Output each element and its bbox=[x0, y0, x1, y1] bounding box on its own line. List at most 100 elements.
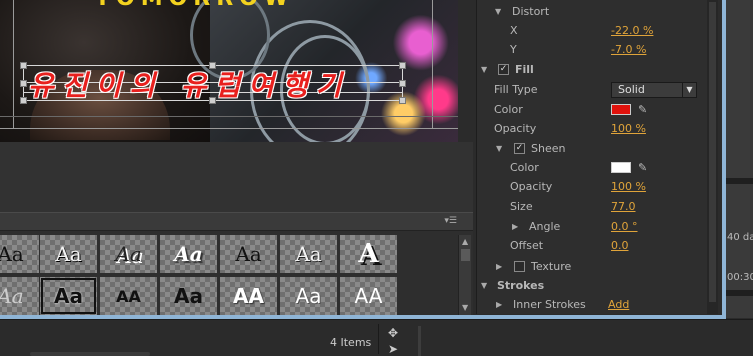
horizontal-scrollbar[interactable] bbox=[30, 352, 150, 356]
preview-area-background bbox=[0, 142, 473, 212]
fill-type-label: Fill Type bbox=[494, 83, 538, 96]
status-bar: 4 Items ✥ ➤ bbox=[0, 319, 753, 356]
style-swatch[interactable]: Aa bbox=[160, 277, 217, 315]
fill-color-label: Color bbox=[494, 103, 523, 116]
sheen-checkbox[interactable]: ✓ bbox=[514, 143, 525, 154]
divider bbox=[418, 326, 421, 356]
scroll-thumb[interactable] bbox=[709, 2, 716, 302]
sheen-size-label: Size bbox=[510, 200, 533, 213]
text-bounding-box[interactable] bbox=[23, 65, 403, 101]
title-styles-panel: ▾☰ Aa Aa Aa Aa Aa Aa A Aa Aa AA Aa AA Aa… bbox=[0, 212, 473, 315]
background-text: 00:30 bbox=[727, 272, 753, 283]
safe-margin-line bbox=[0, 116, 458, 117]
style-swatch[interactable]: Aa bbox=[40, 235, 97, 273]
style-swatch[interactable]: Aa bbox=[160, 235, 217, 273]
sheen-opacity-value[interactable]: 100 % bbox=[611, 180, 646, 193]
expand-down-icon[interactable]: ▼ bbox=[481, 281, 487, 290]
eyedropper-icon[interactable]: ✎ bbox=[638, 103, 647, 116]
style-swatch[interactable]: Aa bbox=[0, 277, 39, 315]
inner-strokes-row: ▶ Inner Strokes Add bbox=[477, 295, 717, 314]
resize-handle[interactable] bbox=[20, 97, 27, 104]
scroll-up-icon[interactable]: ▲ bbox=[462, 237, 468, 246]
expand-right-icon[interactable]: ▶ bbox=[496, 300, 502, 309]
scroll-down-icon[interactable]: ▼ bbox=[462, 303, 468, 312]
expand-down-icon[interactable]: ▼ bbox=[481, 65, 487, 74]
style-swatch[interactable]: Aa bbox=[220, 235, 277, 273]
sheen-offset-label: Offset bbox=[510, 239, 544, 252]
resize-handle[interactable] bbox=[20, 80, 27, 87]
distort-label: Distort bbox=[512, 5, 550, 18]
distort-x-row: X -22.0 % bbox=[477, 21, 717, 40]
selection-tool-icon[interactable]: ➤ bbox=[388, 342, 398, 356]
fill-color-row: Color ✎ bbox=[477, 100, 717, 119]
fill-label: Fill bbox=[515, 63, 534, 76]
sheen-size-value[interactable]: 77.0 bbox=[611, 200, 636, 213]
fill-section[interactable]: ▼ ✓ Fill bbox=[477, 60, 717, 79]
title-properties-panel: ▼ Distort X -22.0 % Y -7.0 % ▼ ✓ Fill Fi… bbox=[476, 0, 718, 314]
resize-handle[interactable] bbox=[209, 62, 216, 69]
style-swatch-selected[interactable]: Aa bbox=[40, 277, 97, 315]
strokes-label: Strokes bbox=[497, 279, 545, 292]
safe-margin-line bbox=[13, 0, 14, 128]
eyedropper-icon[interactable]: ✎ bbox=[638, 161, 647, 174]
fill-checkbox[interactable]: ✓ bbox=[498, 64, 509, 75]
expand-down-icon[interactable]: ▼ bbox=[496, 144, 502, 153]
move-tool-icon[interactable]: ✥ bbox=[388, 326, 398, 340]
fill-opacity-row: Opacity 100 % bbox=[477, 119, 717, 138]
sheen-angle-label: Angle bbox=[529, 220, 561, 233]
resize-handle[interactable] bbox=[399, 62, 406, 69]
add-inner-stroke-link[interactable]: Add bbox=[608, 298, 629, 311]
style-swatch[interactable]: Aa bbox=[100, 235, 157, 273]
style-swatch[interactable]: AA bbox=[220, 277, 277, 315]
fill-type-value: Solid bbox=[618, 82, 645, 96]
distort-y-value[interactable]: -7.0 % bbox=[611, 43, 646, 56]
panel-menu-icon[interactable]: ▾☰ bbox=[444, 216, 457, 226]
distort-x-label: X bbox=[510, 24, 518, 37]
chevron-down-icon: ▼ bbox=[682, 82, 696, 97]
style-swatch[interactable]: Aa bbox=[280, 235, 337, 273]
scroll-thumb[interactable] bbox=[461, 249, 470, 261]
distort-section[interactable]: ▼ Distort bbox=[477, 2, 717, 21]
style-swatch[interactable]: Aa bbox=[0, 235, 39, 273]
timeline-track bbox=[726, 178, 753, 184]
sheen-offset-value[interactable]: 0.0 bbox=[611, 239, 629, 252]
texture-checkbox[interactable] bbox=[514, 261, 525, 272]
styles-scrollbar[interactable]: ▲ ▼ bbox=[458, 235, 471, 315]
fill-type-row: Fill Type Solid ▼ bbox=[477, 80, 717, 99]
distort-x-value[interactable]: -22.0 % bbox=[611, 24, 653, 37]
inner-strokes-label: Inner Strokes bbox=[513, 298, 586, 311]
texture-label: Texture bbox=[531, 260, 572, 273]
style-swatch[interactable]: AA bbox=[100, 277, 157, 315]
sheen-section[interactable]: ▼ ✓ Sheen bbox=[477, 139, 717, 158]
divider bbox=[378, 324, 379, 354]
properties-scrollbar[interactable] bbox=[707, 0, 718, 314]
items-count: 4 Items bbox=[330, 336, 372, 349]
resize-handle[interactable] bbox=[209, 97, 216, 104]
sheen-opacity-row: Opacity 100 % bbox=[477, 177, 717, 196]
fill-type-dropdown[interactable]: Solid ▼ bbox=[611, 81, 697, 98]
sheen-angle-value[interactable]: 0.0 ° bbox=[611, 220, 638, 233]
distort-y-label: Y bbox=[510, 43, 517, 56]
styles-panel-header: ▾☰ bbox=[0, 213, 473, 231]
sheen-label: Sheen bbox=[531, 142, 566, 155]
resize-handle[interactable] bbox=[20, 62, 27, 69]
safe-margin-line bbox=[432, 0, 433, 128]
expand-right-icon[interactable]: ▶ bbox=[496, 262, 502, 271]
fill-opacity-value[interactable]: 100 % bbox=[611, 122, 646, 135]
safe-margin-line bbox=[0, 128, 458, 129]
sheen-color-swatch[interactable] bbox=[611, 162, 631, 173]
sheen-color-label: Color bbox=[510, 161, 539, 174]
style-swatch[interactable]: AA bbox=[340, 277, 397, 315]
resize-handle[interactable] bbox=[399, 80, 406, 87]
style-swatch[interactable]: Aa bbox=[280, 277, 337, 315]
texture-section[interactable]: ▶ Texture bbox=[477, 257, 717, 276]
style-swatch[interactable]: A bbox=[340, 235, 397, 273]
expand-right-icon[interactable]: ▶ bbox=[512, 222, 518, 231]
resize-handle[interactable] bbox=[399, 97, 406, 104]
expand-down-icon[interactable]: ▼ bbox=[495, 7, 501, 16]
overlay-top-text: TOMORROW bbox=[95, 0, 294, 11]
video-preview[interactable]: TOMORROW 유진이의 유럽여행기 bbox=[0, 0, 458, 142]
fill-color-swatch[interactable] bbox=[611, 104, 631, 115]
distort-y-row: Y -7.0 % bbox=[477, 40, 717, 59]
strokes-section[interactable]: ▼ Strokes bbox=[477, 276, 717, 295]
